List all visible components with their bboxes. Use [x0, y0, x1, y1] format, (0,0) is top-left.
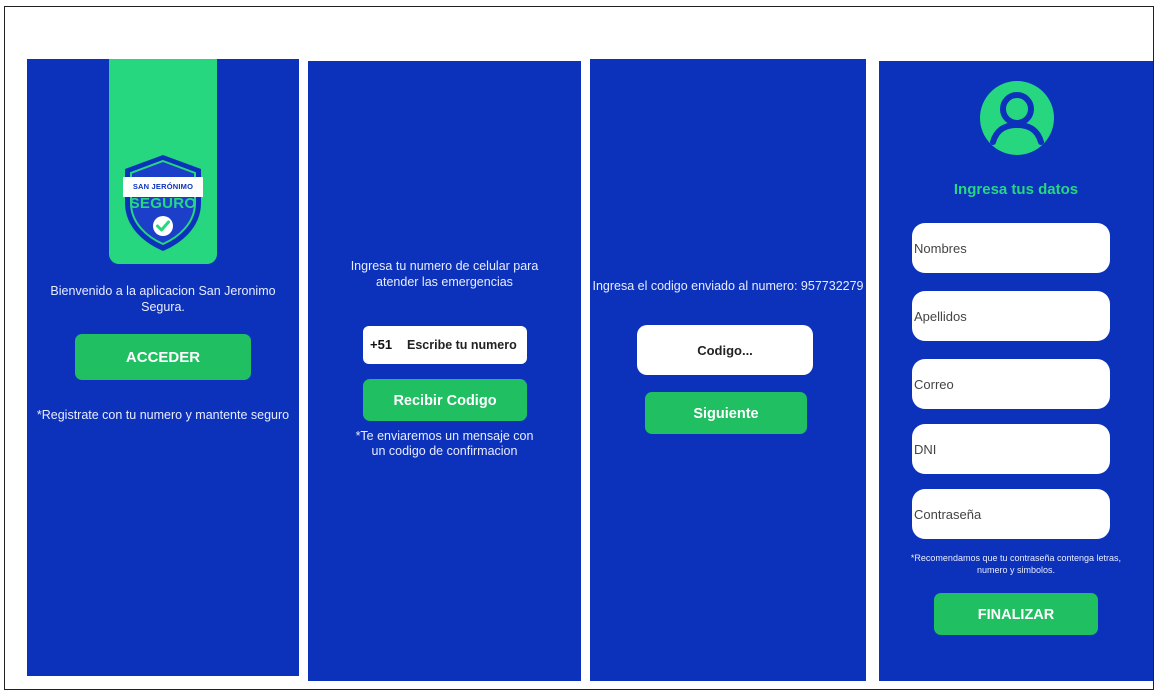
code-input[interactable] — [637, 325, 813, 375]
mockup-frame: SAN JERÓNIMO SEGURO Bienvenido a la apli… — [4, 6, 1154, 690]
siguiente-button[interactable]: Siguiente — [645, 392, 807, 434]
correo-field[interactable] — [912, 359, 1110, 409]
password-note: *Recomendamos que tu contraseña contenga… — [910, 553, 1122, 575]
user-avatar-icon — [980, 81, 1054, 155]
welcome-text: Bienvenido a la aplicacion San Jeronimo … — [50, 284, 276, 314]
screen-code: Ingresa el codigo enviado al numero: 957… — [590, 59, 866, 681]
logo-main-text: SEGURO — [129, 195, 197, 212]
form-title: Ingresa tus datos — [953, 181, 1079, 198]
logo-top-text: SAN JERÓNIMO — [123, 177, 203, 197]
phone-input[interactable] — [407, 326, 525, 364]
phone-prompt: Ingresa tu numero de celular para atende… — [350, 259, 539, 289]
dni-field[interactable] — [912, 424, 1110, 474]
register-note: *Registrate con tu numero y mantente seg… — [36, 408, 290, 422]
screen-phone: Ingresa tu numero de celular para atende… — [308, 61, 581, 681]
acceder-button[interactable]: ACCEDER — [75, 334, 251, 380]
recibir-codigo-button[interactable]: Recibir Codigo — [363, 379, 527, 421]
apellidos-field[interactable] — [912, 291, 1110, 341]
logo-banner: SAN JERÓNIMO SEGURO — [109, 59, 217, 264]
country-prefix: +51 — [370, 337, 393, 352]
finalizar-button[interactable]: FINALIZAR — [934, 593, 1098, 635]
password-field[interactable] — [912, 489, 1110, 539]
screen-welcome: SAN JERÓNIMO SEGURO Bienvenido a la apli… — [27, 59, 299, 676]
code-prompt: Ingresa el codigo enviado al numero: 957… — [592, 279, 864, 293]
phone-field: +51 — [363, 326, 527, 364]
sms-note: *Te enviaremos un mensaje con un codigo … — [355, 429, 534, 458]
nombres-field[interactable] — [912, 223, 1110, 273]
screen-register: Ingresa tus datos *Recomendamos que tu c… — [879, 61, 1153, 681]
